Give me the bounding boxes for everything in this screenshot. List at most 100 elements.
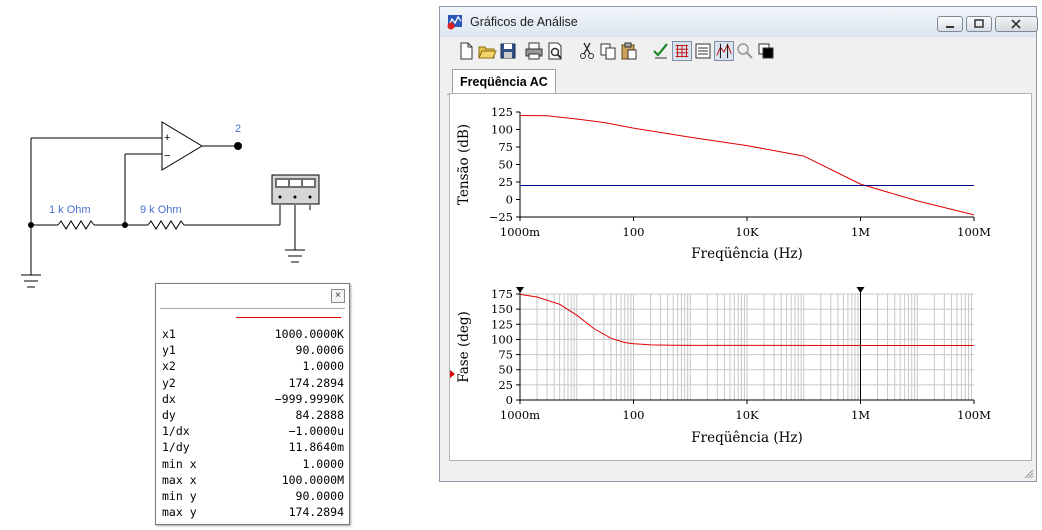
analysis-graphs-window: Gráficos de Análise Freqüência AC 125 100…	[439, 6, 1038, 482]
bode-plotter-icon[interactable]	[271, 174, 320, 205]
app-icon	[447, 15, 462, 30]
readout-row: dx −999.9990K	[162, 391, 344, 407]
x-tick-label: 1000m	[500, 408, 540, 422]
readout-row: min x 1.0000	[162, 456, 344, 472]
readout-label: 1/dx	[162, 424, 190, 439]
x-tick-label: 100M	[957, 225, 991, 239]
y-tick-label: 175	[491, 287, 513, 301]
readout-value: 174.2894	[288, 505, 344, 520]
readout-value: 1.0000	[302, 359, 344, 374]
y-tick-label: 0	[506, 393, 513, 407]
readout-row: 1/dx −1.0000u	[162, 423, 344, 439]
readout-value: −1.0000u	[288, 424, 344, 439]
plot-area: 125 100 75 50 25 0 −25 1000m 100 10K 1M 100M Freqüên…	[449, 93, 1032, 461]
x-tick-label: 1M	[851, 225, 870, 239]
y-tick-label: 100	[491, 332, 513, 346]
readout-value: 100.0000M	[281, 472, 344, 487]
paste-icon[interactable]	[619, 41, 639, 61]
readout-value: 90.0006	[295, 343, 344, 358]
output-node[interactable]	[234, 142, 242, 150]
y-axis-label: Tensão (dB)	[456, 124, 472, 205]
y-tick-label: 125	[491, 317, 513, 331]
toolbar	[447, 38, 1030, 66]
readout-label: x2	[162, 359, 176, 374]
readout-label: max y	[162, 505, 197, 520]
x-tick-label: 1M	[851, 408, 870, 422]
open-icon[interactable]	[477, 41, 497, 61]
circuit-schematic: + − 2 1 k Ohm 9 k Ohm	[21, 121, 320, 288]
save-icon[interactable]	[498, 41, 518, 61]
x-tick-label: 10K	[735, 225, 759, 239]
readout-label: 1/dy	[162, 440, 190, 455]
opamp-plus-sign: +	[164, 132, 170, 144]
readout-row: max x 100.0000M	[162, 472, 344, 488]
properties-icon[interactable]	[651, 41, 671, 61]
cursor-handle-icon[interactable]	[516, 287, 524, 293]
readout-label: x1	[162, 327, 176, 341]
y-axis-label: Fase (deg)	[456, 311, 472, 383]
readout-row: max y 174.2894	[162, 504, 344, 520]
bode-plots: 1251007550250−251000m 100 10K 1M 100MFreqüên…	[450, 105, 991, 446]
node-label: 2	[235, 123, 241, 135]
y-tick-label: 25	[498, 378, 513, 392]
minimize-button[interactable]	[937, 16, 963, 32]
readout-label: y2	[162, 375, 176, 390]
readout-value: 90.0000	[295, 488, 344, 503]
readout-label: y1	[162, 343, 176, 358]
resize-grip-icon[interactable]	[1022, 467, 1034, 479]
print-preview-icon[interactable]	[545, 41, 565, 61]
readout-row: y1 90.0006	[162, 342, 344, 358]
readout-value: 11.8640m	[288, 440, 344, 455]
x-tick-label: 100	[623, 225, 645, 239]
zoom-icon[interactable]	[735, 41, 755, 61]
readout-row: min y 90.0000	[162, 488, 344, 504]
readout-value: 1.0000	[302, 456, 344, 471]
magnitude-plot: 125 100 75 50 25 0 −251000m 100 10K 1M 100M Freqüên…	[456, 105, 991, 262]
x-tick-label: 1000m	[500, 225, 540, 239]
x-axis-label: Freqüência (Hz)	[691, 430, 802, 446]
readout-row: x1 1000.0000K	[162, 326, 344, 342]
y-tick-label: 125	[491, 105, 513, 119]
restore-button[interactable]	[966, 16, 992, 32]
window-title: Gráficos de Análise	[470, 15, 578, 29]
x-tick-label: 10K	[735, 408, 759, 422]
series-line	[519, 115, 975, 216]
new-icon[interactable]	[456, 41, 476, 61]
y-tick-label: 150	[491, 302, 513, 316]
cursors-icon[interactable]	[714, 41, 734, 61]
readout-row: dy 84.2888	[162, 407, 344, 423]
readout-value: 84.2888	[295, 407, 344, 422]
y-tick-label: 75	[498, 348, 513, 362]
readout-value: 174.2894	[288, 375, 344, 390]
y-tick-label: 25	[498, 175, 513, 189]
reverse-colors-icon[interactable]	[756, 41, 776, 61]
legend-icon[interactable]	[693, 41, 713, 61]
readout-label: max x	[162, 472, 197, 487]
y-tick-label: 100	[491, 123, 513, 137]
active-graph-marker-icon	[450, 370, 455, 378]
readout-value: 1000.0000K	[274, 327, 344, 341]
close-icon	[1011, 19, 1021, 29]
close-button[interactable]: ×	[331, 289, 345, 303]
x-tick-label: 100M	[957, 408, 991, 422]
readout-label: min x	[162, 456, 197, 471]
copy-icon[interactable]	[598, 41, 618, 61]
resistor-r1-label: 1 k Ohm	[49, 204, 91, 216]
y-tick-label: −25	[489, 210, 513, 224]
readout-label: dy	[162, 407, 176, 422]
print-icon[interactable]	[524, 41, 544, 61]
tab-ac-frequency[interactable]: Freqüência AC	[452, 69, 556, 96]
cursor-handle-icon[interactable]	[856, 287, 865, 293]
close-window-button[interactable]	[995, 16, 1038, 32]
minimize-icon	[946, 26, 954, 28]
y-tick-label: 0	[506, 193, 513, 207]
grid-icon[interactable]	[672, 41, 692, 61]
trace-swatch	[236, 317, 341, 318]
y-tick-label: 50	[498, 158, 513, 172]
cut-icon[interactable]	[577, 41, 597, 61]
title-bar[interactable]: Gráficos de Análise	[440, 7, 1038, 37]
opamp-minus-sign: −	[164, 150, 170, 162]
y-tick-label: 50	[498, 363, 513, 377]
resistor-r2-label: 9 k Ohm	[140, 204, 182, 216]
readout-label: dx	[162, 391, 176, 406]
